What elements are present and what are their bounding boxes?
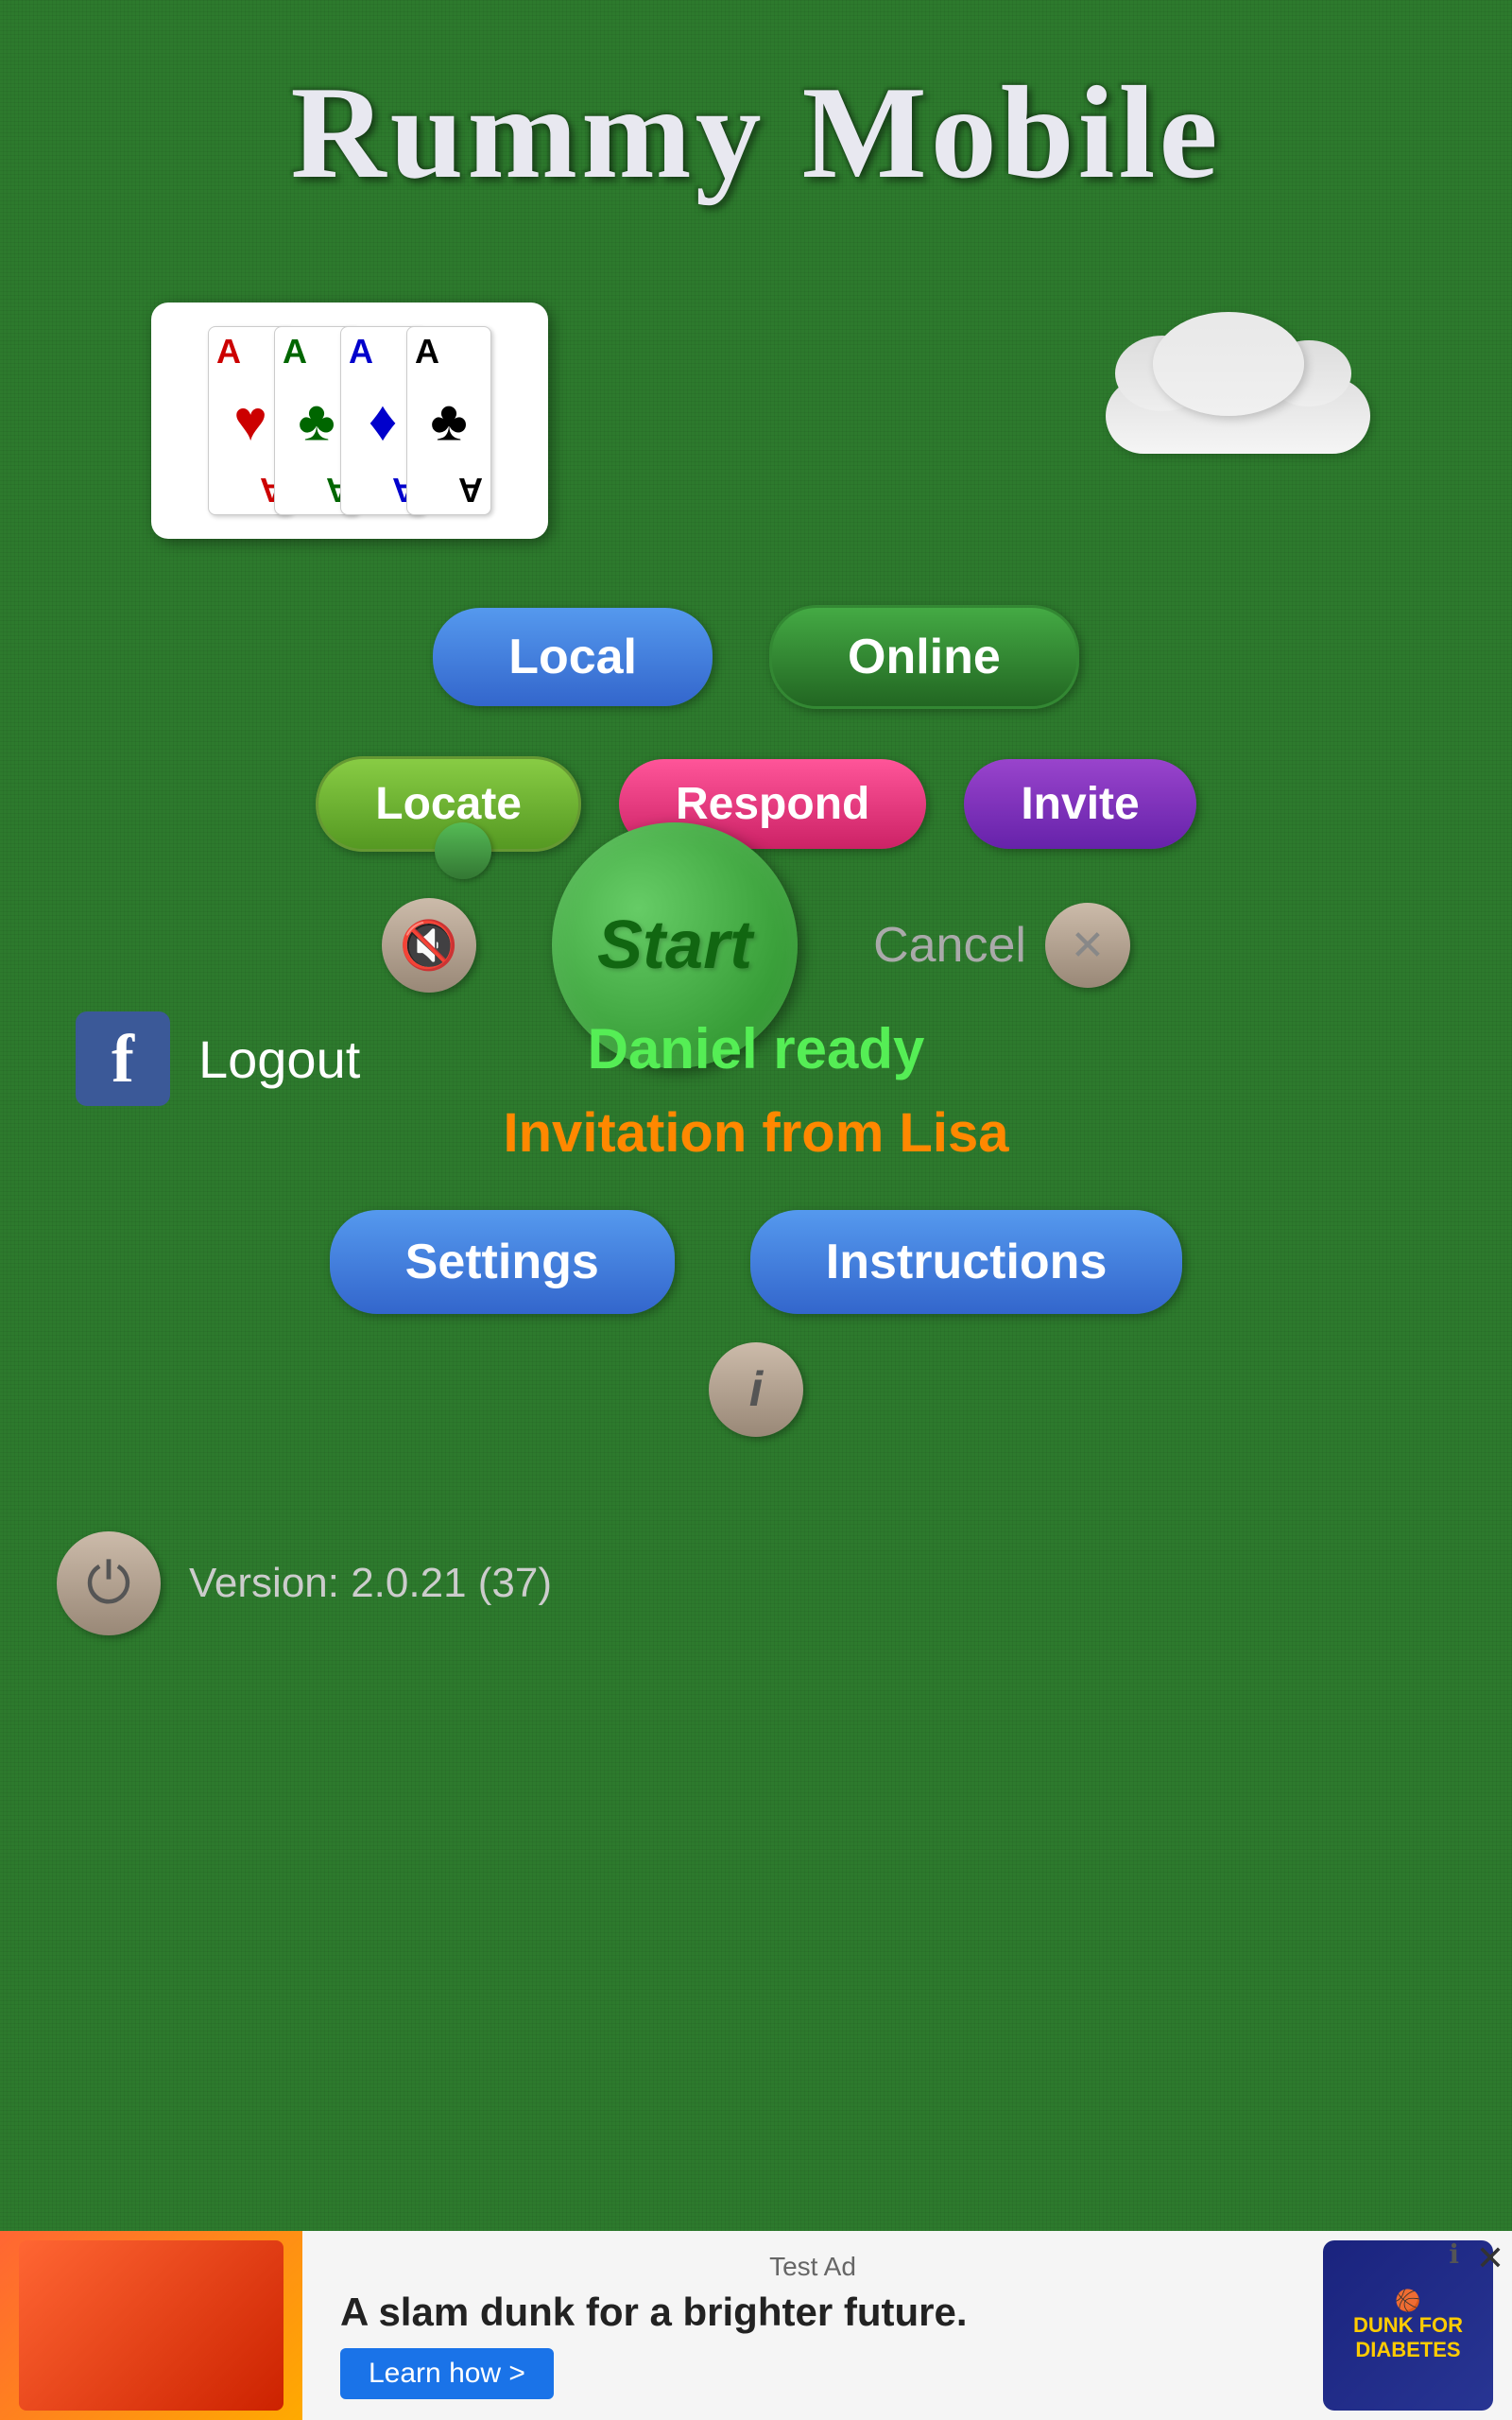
- card-4-suit: ♣: [430, 389, 467, 454]
- power-icon: ⏻: [86, 1550, 130, 1616]
- card-2-suit: ♣: [298, 389, 335, 454]
- bottom-buttons: Settings Instructions: [0, 1210, 1512, 1314]
- start-label: Start: [597, 907, 752, 984]
- local-button[interactable]: Local: [433, 608, 713, 706]
- ad-banner: Test Ad A slam dunk for a brighter futur…: [0, 2231, 1512, 2420]
- info-icon: i: [749, 1361, 763, 1418]
- ad-logo-text: 🏀DUNK FORDIABETES: [1353, 2289, 1463, 2362]
- card-1-suit: ♥: [233, 389, 267, 454]
- cancel-x-icon: ✕: [1071, 922, 1106, 970]
- daniel-ready-status: Daniel ready: [0, 1016, 1512, 1081]
- power-area: ⏻ Version: 2.0.21 (37): [57, 1531, 552, 1635]
- buttons-section: Local Online Locate Respond Invite: [0, 605, 1512, 852]
- mode-buttons-row: Local Online: [433, 605, 1079, 709]
- cards-display: A ♥ A A ♣ A A ♦ A A ♣ A: [151, 302, 548, 539]
- version-label: Version: 2.0.21 (37): [189, 1560, 552, 1607]
- card-3-rank: A: [349, 335, 373, 369]
- cloud-decoration: [1106, 321, 1370, 454]
- cancel-label: Cancel: [873, 917, 1026, 974]
- mute-icon: 🔇: [400, 918, 458, 974]
- settings-button[interactable]: Settings: [330, 1210, 675, 1314]
- cancel-button[interactable]: ✕: [1045, 903, 1130, 988]
- small-dot: [435, 822, 491, 879]
- card-4: A ♣ A: [406, 326, 491, 515]
- ad-content: Test Ad A slam dunk for a brighter futur…: [302, 2233, 1323, 2418]
- ad-logo: 🏀DUNK FORDIABETES: [1323, 2240, 1493, 2411]
- ad-headline: A slam dunk for a brighter future.: [340, 2290, 1285, 2335]
- online-button[interactable]: Online: [769, 605, 1079, 709]
- app-title: Rummy Mobile: [0, 0, 1512, 209]
- instructions-button[interactable]: Instructions: [750, 1210, 1183, 1314]
- card-2-rank: A: [283, 335, 307, 369]
- card-4-rank: A: [415, 335, 439, 369]
- ad-info-icon: ℹ: [1449, 2238, 1459, 2270]
- ad-cta-button[interactable]: Learn how >: [340, 2348, 554, 2399]
- cancel-area: Cancel ✕: [873, 903, 1130, 988]
- mute-button[interactable]: 🔇: [382, 898, 476, 993]
- card-1-rank: A: [216, 335, 241, 369]
- ad-test-label: Test Ad: [340, 2252, 1285, 2282]
- info-button[interactable]: i: [709, 1342, 803, 1437]
- invitation-status: Invitation from Lisa: [0, 1101, 1512, 1165]
- card-3-suit: ♦: [369, 389, 398, 454]
- card-4-rank-bottom: A: [458, 473, 483, 507]
- power-button[interactable]: ⏻: [57, 1531, 161, 1635]
- ad-image: [0, 2231, 302, 2420]
- ad-close-button[interactable]: ✕: [1476, 2238, 1504, 2278]
